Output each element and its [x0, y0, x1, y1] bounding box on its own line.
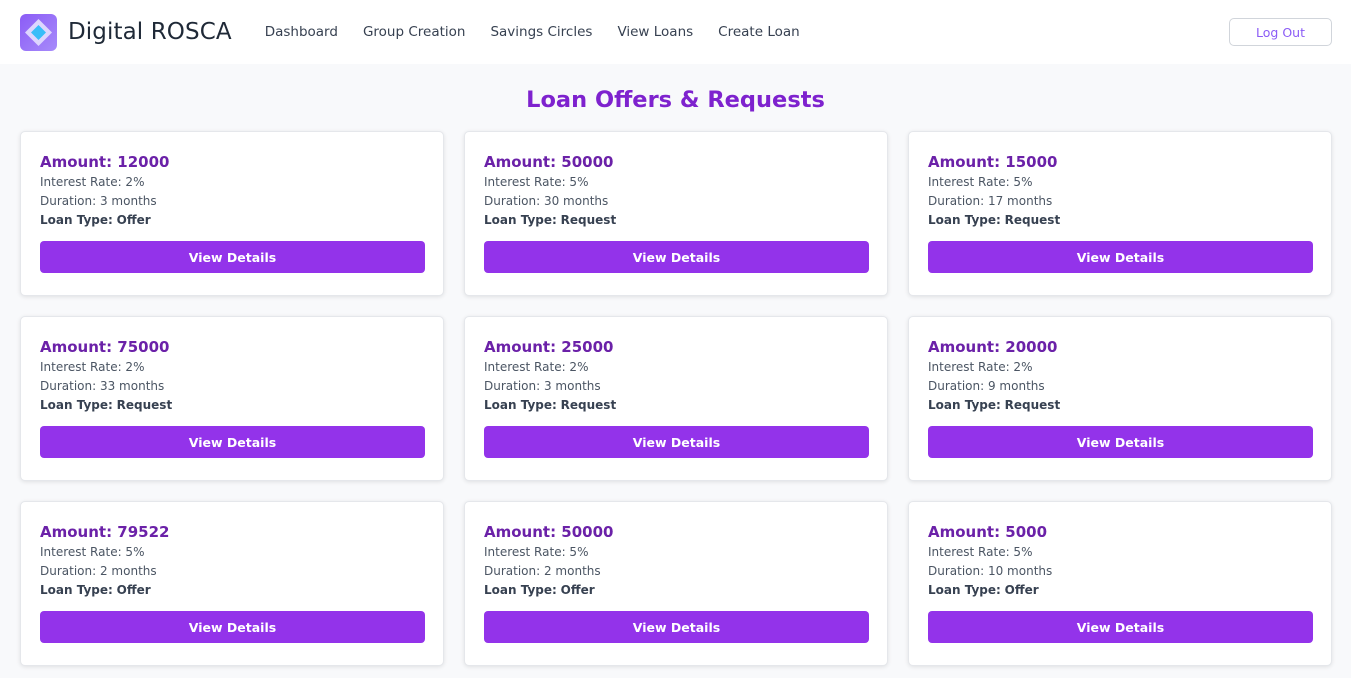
loan-type-value: Request — [560, 398, 617, 412]
loan-type-value: Offer — [560, 583, 595, 597]
loan-card: Amount: 25000 Interest Rate: 2% Duration: … — [464, 316, 888, 481]
loan-interest-rate: Interest Rate: 5% — [40, 545, 145, 559]
nav-link-create-loan[interactable]: Create Loan — [718, 24, 800, 40]
nav-link-dashboard[interactable]: Dashboard — [265, 24, 338, 40]
loan-type-value: Request — [560, 213, 617, 227]
loan-card: Amount: 50000 Interest Rate: 5% Duration: … — [464, 501, 888, 666]
loan-interest-rate: Interest Rate: 5% — [928, 545, 1033, 559]
loan-card: Amount: 20000 Interest Rate: 2% Duration: … — [908, 316, 1332, 481]
logout-button[interactable]: Log Out — [1229, 18, 1332, 46]
rosca-logo-icon — [20, 13, 57, 51]
loan-type: Loan Type: Offer — [40, 581, 424, 600]
loan-amount: Amount: 20000 — [928, 338, 1058, 356]
loan-type: Loan Type: Offer — [484, 581, 868, 600]
loan-type-value: Request — [116, 398, 173, 412]
view-details-button[interactable]: View Details — [928, 611, 1313, 643]
view-details-button[interactable]: View Details — [928, 426, 1313, 458]
nav-link-view-loans[interactable]: View Loans — [617, 24, 693, 40]
loan-type-value: Request — [1004, 213, 1061, 227]
loan-amount: Amount: 25000 — [484, 338, 614, 356]
loan-card: Amount: 75000 Interest Rate: 2% Duration: … — [20, 316, 444, 481]
loan-type-label: Loan Type: — [928, 213, 1001, 227]
loan-amount: Amount: 75000 — [40, 338, 170, 356]
loan-interest-rate: Interest Rate: 5% — [484, 545, 589, 559]
nav-link-savings-circles[interactable]: Savings Circles — [490, 24, 592, 40]
loan-amount: Amount: 50000 — [484, 523, 614, 541]
loan-type-label: Loan Type: — [928, 583, 1001, 597]
loan-amount: Amount: 12000 — [40, 153, 170, 171]
loan-interest-rate: Interest Rate: 2% — [40, 360, 145, 374]
loan-type: Loan Type: Request — [484, 396, 868, 415]
loan-type: Loan Type: Request — [928, 396, 1312, 415]
loan-card: Amount: 12000 Interest Rate: 2% Duration: … — [20, 131, 444, 296]
page-title: Loan Offers & Requests — [526, 87, 825, 113]
loan-card: Amount: 5000 Interest Rate: 5% Duration: 1… — [908, 501, 1332, 666]
loan-duration: Duration: 3 months — [40, 194, 157, 208]
loan-type: Loan Type: Offer — [40, 211, 424, 230]
view-details-button[interactable]: View Details — [40, 426, 425, 458]
loan-interest-rate: Interest Rate: 2% — [928, 360, 1033, 374]
loan-card: Amount: 15000 Interest Rate: 5% Duration: … — [908, 131, 1332, 296]
view-details-button[interactable]: View Details — [928, 241, 1313, 273]
loan-duration: Duration: 9 months — [928, 379, 1045, 393]
loan-type: Loan Type: Request — [928, 211, 1312, 230]
loan-type-label: Loan Type: — [40, 583, 113, 597]
loan-type-value: Offer — [1004, 583, 1039, 597]
loan-interest-rate: Interest Rate: 5% — [484, 175, 589, 189]
loan-amount: Amount: 79522 — [40, 523, 170, 541]
loan-duration: Duration: 2 months — [40, 564, 157, 578]
loan-amount: Amount: 15000 — [928, 153, 1058, 171]
loan-duration: Duration: 30 months — [484, 194, 609, 208]
loan-amount: Amount: 5000 — [928, 523, 1048, 541]
nav-link-group-creation[interactable]: Group Creation — [363, 24, 466, 40]
view-details-button[interactable]: View Details — [484, 426, 869, 458]
loan-duration: Duration: 17 months — [928, 194, 1053, 208]
loan-interest-rate: Interest Rate: 2% — [484, 360, 589, 374]
loan-card: Amount: 79522 Interest Rate: 5% Duration: … — [20, 501, 444, 666]
loan-duration: Duration: 33 months — [40, 379, 165, 393]
loan-interest-rate: Interest Rate: 2% — [40, 175, 145, 189]
loan-duration: Duration: 2 months — [484, 564, 601, 578]
loan-interest-rate: Interest Rate: 5% — [928, 175, 1033, 189]
navbar: Digital ROSCA Dashboard Group Creation S… — [0, 0, 1351, 64]
brand-name: Digital ROSCA — [68, 19, 232, 45]
loan-type: Loan Type: Offer — [928, 581, 1312, 600]
loan-type-label: Loan Type: — [40, 398, 113, 412]
brand[interactable]: Digital ROSCA — [20, 13, 232, 51]
loan-type-label: Loan Type: — [928, 398, 1001, 412]
nav-links: Dashboard Group Creation Savings Circles… — [265, 24, 825, 40]
loan-type-value: Offer — [116, 213, 151, 227]
view-details-button[interactable]: View Details — [40, 611, 425, 643]
loan-type-value: Offer — [116, 583, 151, 597]
loan-type: Loan Type: Request — [484, 211, 868, 230]
view-details-button[interactable]: View Details — [40, 241, 425, 273]
view-details-button[interactable]: View Details — [484, 241, 869, 273]
loan-amount: Amount: 50000 — [484, 153, 614, 171]
loan-type-label: Loan Type: — [484, 213, 557, 227]
loan-duration: Duration: 3 months — [484, 379, 601, 393]
loan-duration: Duration: 10 months — [928, 564, 1053, 578]
loan-card: Amount: 50000 Interest Rate: 5% Duration: … — [464, 131, 888, 296]
view-details-button[interactable]: View Details — [484, 611, 869, 643]
loan-type-value: Request — [1004, 398, 1061, 412]
loan-grid: Amount: 12000 Interest Rate: 2% Duration: … — [0, 131, 1351, 666]
loan-type: Loan Type: Request — [40, 396, 424, 415]
loan-type-label: Loan Type: — [484, 583, 557, 597]
loan-type-label: Loan Type: — [40, 213, 113, 227]
loan-type-label: Loan Type: — [484, 398, 557, 412]
